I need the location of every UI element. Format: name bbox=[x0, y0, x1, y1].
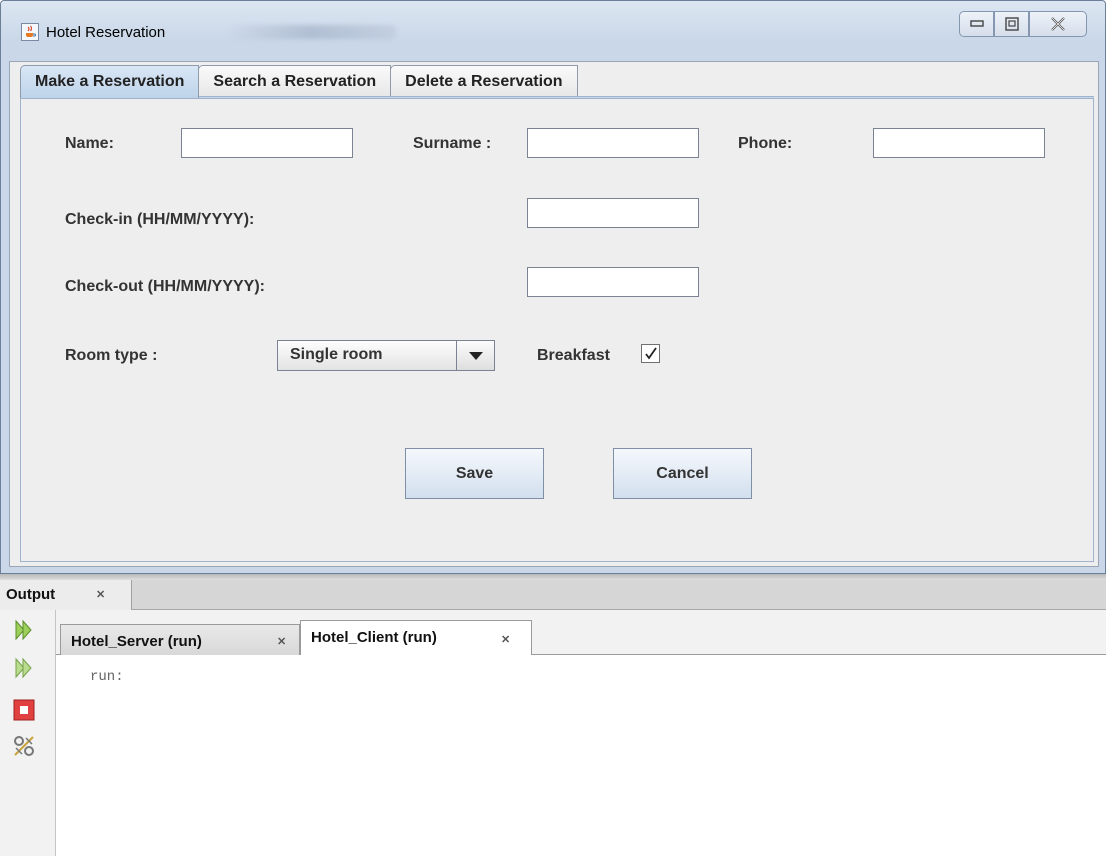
run-settings-icon[interactable] bbox=[12, 734, 36, 758]
run-tab-label: Hotel_Client (run) bbox=[311, 629, 437, 646]
checkin-label: Check-in (HH/MM/YYYY): bbox=[65, 211, 255, 228]
maximize-icon bbox=[1004, 17, 1019, 31]
tab-hotel-server-run[interactable]: Hotel_Server (run) ✕ bbox=[60, 624, 300, 655]
check-icon bbox=[645, 347, 657, 360]
phone-label: Phone: bbox=[738, 135, 793, 152]
room-type-label: Room type : bbox=[65, 347, 158, 364]
breakfast-label: Breakfast bbox=[537, 347, 610, 364]
minimize-icon bbox=[969, 20, 984, 27]
close-icon bbox=[1051, 17, 1065, 31]
output-panel-tab[interactable]: Output ✕ bbox=[0, 580, 132, 610]
tab-delete-reservation[interactable]: Delete a Reservation bbox=[390, 65, 578, 98]
phone-field[interactable] bbox=[873, 128, 1045, 158]
name-field[interactable] bbox=[181, 128, 353, 158]
surname-field[interactable] bbox=[527, 128, 699, 158]
output-panel-title: Output bbox=[6, 586, 56, 603]
close-icon[interactable]: ✕ bbox=[96, 588, 105, 601]
cancel-button[interactable]: Cancel bbox=[613, 448, 752, 499]
close-button[interactable] bbox=[1029, 11, 1087, 37]
make-reservation-panel bbox=[20, 98, 1094, 562]
minimize-button[interactable] bbox=[959, 11, 994, 37]
run-tab-label: Hotel_Server (run) bbox=[71, 633, 202, 650]
checkin-field[interactable] bbox=[527, 198, 699, 228]
room-type-value: Single room bbox=[290, 346, 383, 363]
tab-strip: Make a Reservation Search a Reservation … bbox=[20, 65, 578, 99]
tab-hotel-client-run[interactable]: Hotel_Client (run) ✕ bbox=[300, 620, 532, 656]
name-label: Name: bbox=[65, 135, 114, 152]
breakfast-checkbox[interactable] bbox=[641, 344, 660, 363]
save-button[interactable]: Save bbox=[405, 448, 544, 499]
title-blurred-text bbox=[226, 25, 396, 39]
rerun-icon[interactable] bbox=[12, 618, 36, 642]
window-title: Hotel Reservation bbox=[46, 24, 166, 41]
stop-icon[interactable] bbox=[12, 698, 36, 722]
chevron-down-icon bbox=[469, 352, 483, 360]
room-type-select[interactable]: Single room bbox=[277, 340, 495, 371]
maximize-button[interactable] bbox=[994, 11, 1029, 37]
output-console[interactable]: run: bbox=[56, 655, 1106, 856]
tab-search-reservation[interactable]: Search a Reservation bbox=[198, 65, 392, 98]
close-icon[interactable]: ✕ bbox=[501, 633, 510, 646]
surname-label: Surname : bbox=[413, 135, 492, 152]
title-bar[interactable]: Hotel Reservation bbox=[1, 1, 1105, 45]
output-panel-header: Output ✕ bbox=[0, 580, 1106, 610]
run-tabs-strip: Hotel_Server (run) ✕ Hotel_Client (run) … bbox=[56, 610, 1106, 656]
hotel-reservation-window: Hotel Reservation Make a Reservation Sea… bbox=[0, 0, 1106, 574]
room-type-dropdown-button[interactable] bbox=[456, 341, 494, 370]
tab-make-reservation[interactable]: Make a Reservation bbox=[20, 65, 200, 98]
close-icon[interactable]: ✕ bbox=[277, 635, 286, 648]
console-output-text: run: bbox=[90, 669, 124, 685]
rerun-with-options-icon[interactable] bbox=[12, 656, 36, 680]
checkout-label: Check-out (HH/MM/YYYY): bbox=[65, 278, 265, 295]
window-controls bbox=[959, 11, 1087, 37]
output-toolbar bbox=[0, 610, 56, 856]
java-cup-icon bbox=[21, 23, 39, 41]
checkout-field[interactable] bbox=[527, 267, 699, 297]
